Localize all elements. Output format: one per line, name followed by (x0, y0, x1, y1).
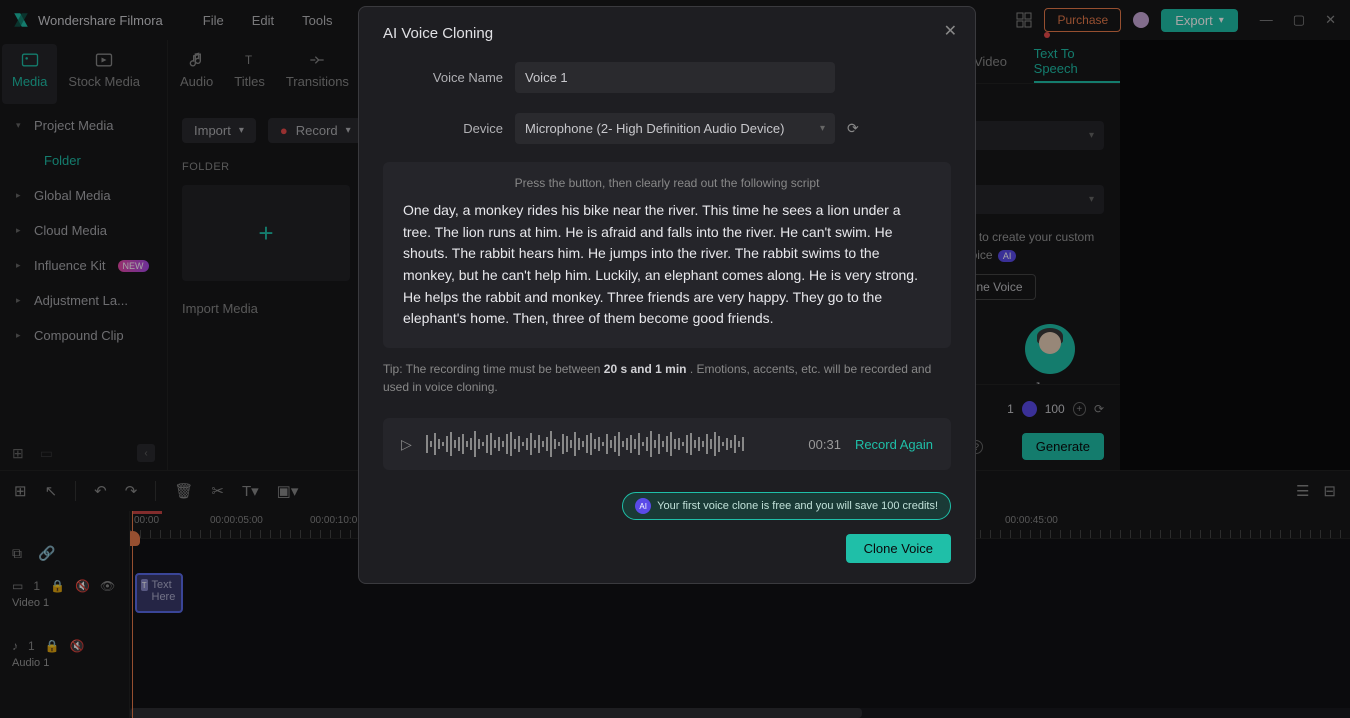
voice-name-input[interactable] (515, 62, 835, 93)
recording-duration: 00:31 (808, 437, 841, 452)
script-hint: Press the button, then clearly read out … (403, 176, 931, 190)
play-recording-icon[interactable]: ▷ (401, 436, 412, 453)
voice-name-label: Voice Name (383, 70, 503, 85)
refresh-devices-icon[interactable]: ⟳ (847, 120, 859, 137)
modal-close-icon[interactable]: ✕ (944, 21, 957, 41)
modal-title: AI Voice Cloning (383, 25, 951, 42)
ai-voice-cloning-modal: AI Voice Cloning ✕ Voice Name Device Mic… (358, 6, 976, 584)
recording-row: ▷ 00:31 Record Again (383, 418, 951, 470)
record-again-button[interactable]: Record Again (855, 437, 933, 452)
script-box: Press the button, then clearly read out … (383, 162, 951, 348)
recording-tip: Tip: The recording time must be between … (383, 360, 951, 396)
ai-icon: AI (635, 498, 651, 514)
device-select[interactable]: Microphone (2- High Definition Audio Dev… (515, 113, 835, 144)
clone-voice-button[interactable]: Clone Voice (846, 534, 951, 563)
script-text: One day, a monkey rides his bike near th… (403, 200, 931, 330)
device-label: Device (383, 121, 503, 136)
waveform[interactable] (426, 430, 795, 458)
promo-pill: AI Your first voice clone is free and yo… (622, 492, 951, 520)
